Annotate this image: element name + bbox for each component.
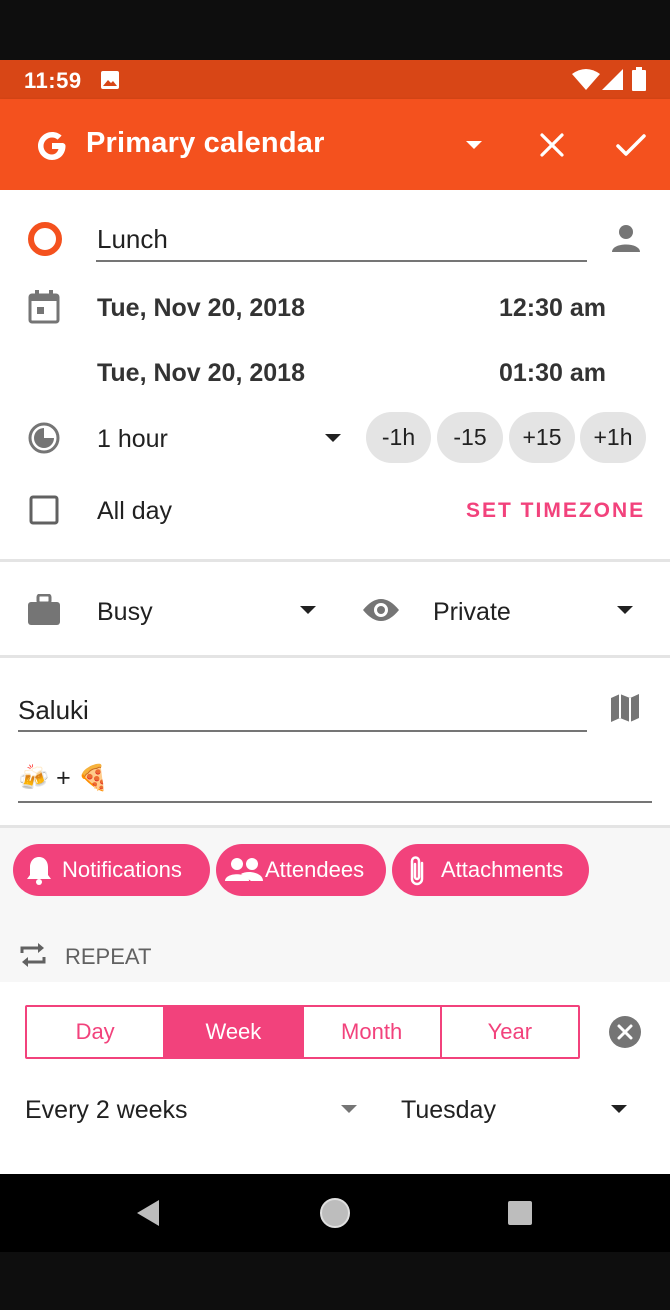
- section-divider: [0, 559, 670, 562]
- duration-select[interactable]: 1 hour: [97, 425, 168, 454]
- description-underline: [18, 801, 652, 803]
- plus-15-button[interactable]: +15: [509, 412, 575, 463]
- event-title-underline: [96, 260, 587, 262]
- dropdown-arrow-icon[interactable]: [464, 139, 484, 151]
- cell-signal-icon: [602, 69, 623, 90]
- attachments-chip[interactable]: Attachments: [392, 844, 589, 896]
- end-time[interactable]: 01:30 am: [499, 359, 606, 388]
- availability-dropdown-icon[interactable]: [299, 605, 317, 615]
- visibility-dropdown-icon[interactable]: [616, 605, 634, 615]
- minus-1h-button[interactable]: -1h: [366, 412, 431, 463]
- briefcase-icon: [28, 594, 60, 625]
- attendees-chip-label: Attendees: [265, 857, 365, 882]
- repeat-unit-week[interactable]: Week: [165, 1007, 304, 1057]
- end-date[interactable]: Tue, Nov 20, 2018: [97, 359, 305, 388]
- eye-icon: [363, 599, 399, 621]
- repeat-unit-year[interactable]: Year: [442, 1007, 578, 1057]
- duration-clock-icon: [28, 422, 60, 454]
- google-g-icon: [38, 132, 66, 160]
- availability-select[interactable]: Busy: [97, 598, 153, 627]
- person-icon[interactable]: [610, 222, 642, 254]
- map-icon[interactable]: [610, 693, 640, 723]
- interval-dropdown-icon[interactable]: [340, 1104, 358, 1114]
- minus-15-button[interactable]: -15: [437, 412, 503, 463]
- event-title-input[interactable]: Lunch: [97, 224, 168, 255]
- repeat-icon: [20, 943, 46, 967]
- home-icon[interactable]: [318, 1196, 352, 1230]
- description-input[interactable]: 🍻 + 🍕: [18, 764, 109, 793]
- attendees-chip[interactable]: Attendees: [216, 844, 386, 896]
- repeat-header: REPEAT: [65, 944, 152, 969]
- notifications-chip[interactable]: Notifications: [13, 844, 210, 896]
- back-icon[interactable]: [135, 1199, 161, 1227]
- start-time[interactable]: 12:30 am: [499, 294, 606, 323]
- repeat-unit-day[interactable]: Day: [27, 1007, 166, 1057]
- repeat-weekday-select[interactable]: Tuesday: [401, 1096, 496, 1125]
- close-icon[interactable]: [539, 132, 565, 158]
- event-color-icon[interactable]: [26, 220, 64, 258]
- weekday-dropdown-icon[interactable]: [610, 1104, 628, 1114]
- bell-icon: [27, 857, 51, 885]
- screen-bottom-border: [0, 1252, 670, 1310]
- duration-dropdown-icon[interactable]: [324, 433, 342, 443]
- calendar-icon: [28, 290, 60, 324]
- section-divider: [0, 655, 670, 658]
- save-check-icon[interactable]: [615, 132, 647, 158]
- repeat-unit-selector: Day Week Month Year: [25, 1005, 580, 1059]
- status-bar: 11:59: [0, 60, 670, 99]
- people-icon: [225, 858, 263, 881]
- plus-1h-button[interactable]: +1h: [580, 412, 646, 463]
- system-nav-bar: [0, 1174, 670, 1252]
- location-input[interactable]: Saluki: [18, 695, 89, 726]
- screen-top-border: [0, 0, 670, 60]
- calendar-selector[interactable]: Primary calendar: [86, 127, 325, 160]
- repeat-unit-month[interactable]: Month: [304, 1007, 442, 1057]
- attachments-chip-label: Attachments: [441, 857, 564, 882]
- set-timezone-button[interactable]: SET TIMEZONE: [466, 499, 645, 523]
- location-underline: [18, 730, 587, 732]
- wifi-icon: [572, 69, 600, 90]
- start-date[interactable]: Tue, Nov 20, 2018: [97, 294, 305, 323]
- all-day-label: All day: [97, 497, 173, 525]
- notifications-chip-label: Notifications: [62, 857, 182, 882]
- all-day-checkbox[interactable]: [29, 495, 59, 525]
- event-editor: Lunch Tue, Nov 20, 2018 12:30 am Tue, No…: [0, 190, 670, 1174]
- battery-icon: [632, 67, 646, 91]
- visibility-select[interactable]: Private: [433, 598, 511, 627]
- app-toolbar: Primary calendar: [0, 99, 670, 190]
- recents-icon[interactable]: [507, 1200, 533, 1226]
- paperclip-icon: [410, 856, 424, 886]
- clear-repeat-icon[interactable]: [609, 1016, 641, 1048]
- repeat-interval-select[interactable]: Every 2 weeks: [25, 1096, 188, 1125]
- image-notification-icon: [101, 71, 119, 89]
- status-time: 11:59: [24, 68, 82, 93]
